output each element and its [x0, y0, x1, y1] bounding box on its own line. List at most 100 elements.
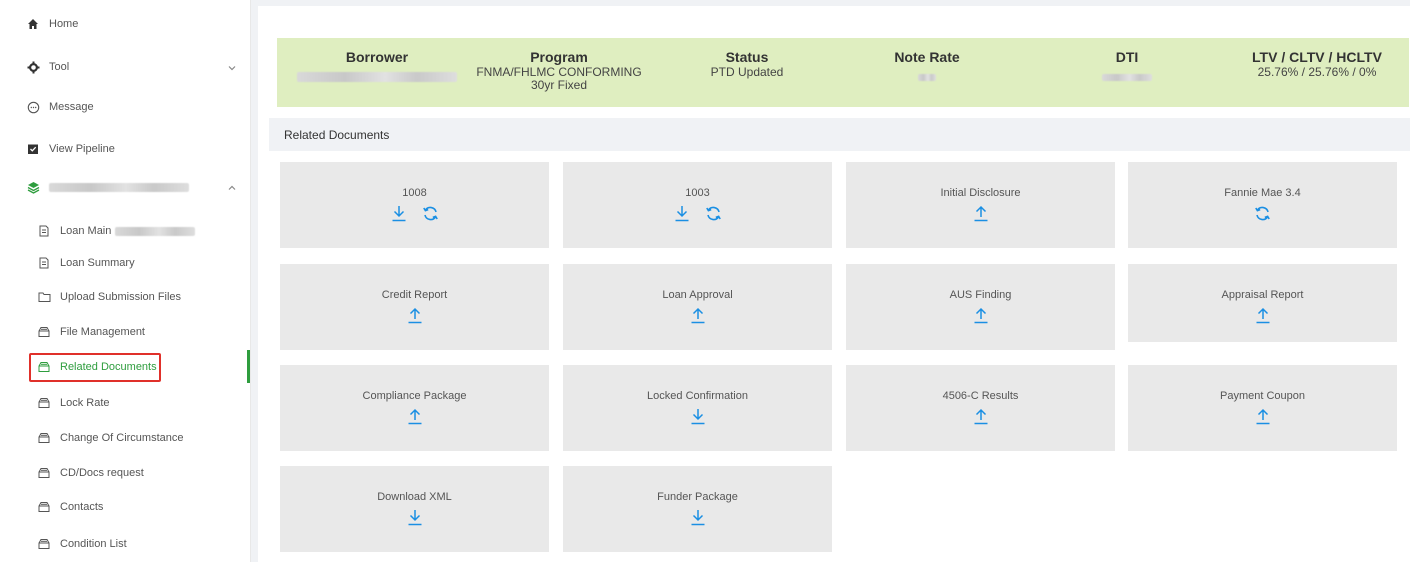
nav-lock-rate[interactable]: Lock Rate: [0, 386, 251, 420]
document-card[interactable]: 1008: [280, 162, 549, 248]
program-term: 30yr Fixed: [530, 78, 588, 92]
upload-icon[interactable]: [972, 306, 990, 324]
nav-cd-docs-request[interactable]: CD/Docs request: [0, 456, 251, 490]
program-column: Program FNMA/FHLMC CONFORMING 30yr Fixed: [459, 49, 659, 92]
nav-condition-list-label: Condition List: [60, 538, 127, 550]
upload-icon[interactable]: [406, 407, 424, 425]
document-card[interactable]: Funder Package: [563, 466, 832, 552]
nav-loan-section[interactable]: [0, 170, 251, 204]
download-icon[interactable]: [390, 204, 408, 222]
note-rate-value-redacted: [918, 74, 936, 81]
document-card-actions: [563, 306, 832, 324]
nav-view-pipeline[interactable]: View Pipeline: [0, 132, 251, 166]
document-card[interactable]: Initial Disclosure: [846, 162, 1115, 248]
document-card-actions: [1128, 204, 1397, 222]
document-card[interactable]: 1003: [563, 162, 832, 248]
refresh-icon[interactable]: [705, 204, 723, 222]
nav-message-label: Message: [49, 101, 94, 113]
note-rate-column: Note Rate: [847, 49, 1007, 84]
document-icon: [37, 224, 51, 238]
nav-loan-summary-label: Loan Summary: [60, 257, 135, 269]
active-item-indicator: [247, 350, 250, 383]
nav-home[interactable]: Home: [0, 7, 251, 41]
document-card[interactable]: 4506-C Results: [846, 365, 1115, 451]
ltv-heading: LTV / CLTV / HCLTV: [1252, 49, 1382, 65]
refresh-icon[interactable]: [422, 204, 440, 222]
nav-tool[interactable]: Tool: [0, 50, 251, 84]
upload-icon[interactable]: [972, 407, 990, 425]
document-card-title: Loan Approval: [662, 289, 733, 301]
nav-change-of-circumstance-label: Change Of Circumstance: [60, 432, 184, 444]
document-card-actions: [563, 204, 832, 222]
upload-icon[interactable]: [689, 306, 707, 324]
refresh-icon[interactable]: [1254, 204, 1272, 222]
main-content: Borrower Program FNMA/FHLMC CONFORMING 3…: [258, 6, 1410, 562]
nav-contacts[interactable]: Contacts: [0, 490, 251, 524]
nav-loan-main[interactable]: Loan Main: [0, 214, 251, 248]
document-card[interactable]: Fannie Mae 3.4: [1128, 162, 1397, 248]
document-card-actions: [1128, 306, 1397, 324]
download-icon[interactable]: [689, 508, 707, 526]
nav-upload-submission-files[interactable]: Upload Submission Files: [0, 280, 251, 314]
borrower-value-redacted: [297, 72, 457, 82]
archive-icon: [37, 396, 51, 410]
nav-message[interactable]: Message: [0, 90, 251, 124]
nav-condition-list[interactable]: Condition List: [0, 527, 251, 561]
upload-icon[interactable]: [406, 306, 424, 324]
status-heading: Status: [725, 49, 769, 65]
document-card[interactable]: Download XML: [280, 466, 549, 552]
nav-related-documents[interactable]: Related Documents: [0, 350, 251, 384]
chevron-down-icon[interactable]: [227, 62, 237, 72]
document-card[interactable]: Loan Approval: [563, 264, 832, 350]
document-card-title: AUS Finding: [949, 289, 1012, 301]
nav-loan-summary[interactable]: Loan Summary: [0, 246, 251, 280]
sidebar: Home Tool Message View Pipeline Loan Mai…: [0, 0, 251, 562]
nav-home-label: Home: [49, 18, 79, 30]
note-rate-heading: Note Rate: [894, 49, 960, 65]
document-card[interactable]: Payment Coupon: [1128, 365, 1397, 451]
document-card[interactable]: Compliance Package: [280, 365, 549, 451]
status-column: Status PTD Updated: [647, 49, 847, 79]
chevron-up-icon[interactable]: [227, 182, 237, 192]
borrower-heading: Borrower: [345, 49, 409, 65]
ltv-column: LTV / CLTV / HCLTV 25.76% / 25.76% / 0%: [1237, 49, 1397, 79]
nav-view-pipeline-label: View Pipeline: [49, 143, 115, 155]
nav-loan-main-label: Loan Main: [60, 225, 112, 237]
document-card[interactable]: Credit Report: [280, 264, 549, 350]
document-card-actions: [280, 508, 549, 526]
upload-icon[interactable]: [1254, 407, 1272, 425]
related-documents-title: Related Documents: [284, 127, 390, 142]
document-card[interactable]: AUS Finding: [846, 264, 1115, 350]
document-card-title: Funder Package: [657, 491, 738, 503]
document-card-title: 1008: [402, 187, 427, 199]
chat-bubble-icon: [26, 100, 40, 114]
nav-file-management[interactable]: File Management: [0, 315, 251, 349]
document-card-actions: [280, 204, 549, 222]
download-icon[interactable]: [673, 204, 691, 222]
loan-main-id-redacted: [115, 226, 196, 236]
upload-icon[interactable]: [1254, 306, 1272, 324]
nav-tool-label: Tool: [49, 61, 70, 73]
document-card-title: Payment Coupon: [1220, 390, 1305, 402]
nav-change-of-circumstance[interactable]: Change Of Circumstance: [0, 421, 251, 455]
dti-value-redacted: [1102, 74, 1152, 81]
dti-heading: DTI: [1115, 49, 1139, 65]
document-card[interactable]: Locked Confirmation: [563, 365, 832, 451]
document-icon: [37, 256, 51, 270]
nav-file-management-label: File Management: [60, 326, 145, 338]
document-card-title: Locked Confirmation: [647, 390, 748, 402]
document-card-title: Compliance Package: [362, 390, 467, 402]
archive-icon: [37, 325, 51, 339]
upload-icon[interactable]: [972, 204, 990, 222]
program-heading: Program: [530, 49, 588, 65]
document-card[interactable]: Appraisal Report: [1128, 264, 1397, 342]
ltv-value: 25.76% / 25.76% / 0%: [1257, 65, 1377, 79]
nav-lock-rate-label: Lock Rate: [60, 397, 110, 409]
document-card-actions: [563, 508, 832, 526]
document-card-title: Fannie Mae 3.4: [1224, 187, 1301, 199]
download-icon[interactable]: [406, 508, 424, 526]
download-icon[interactable]: [689, 407, 707, 425]
archive-icon: [37, 500, 51, 514]
document-card-actions: [846, 407, 1115, 425]
nav-cd-docs-request-label: CD/Docs request: [60, 467, 144, 479]
